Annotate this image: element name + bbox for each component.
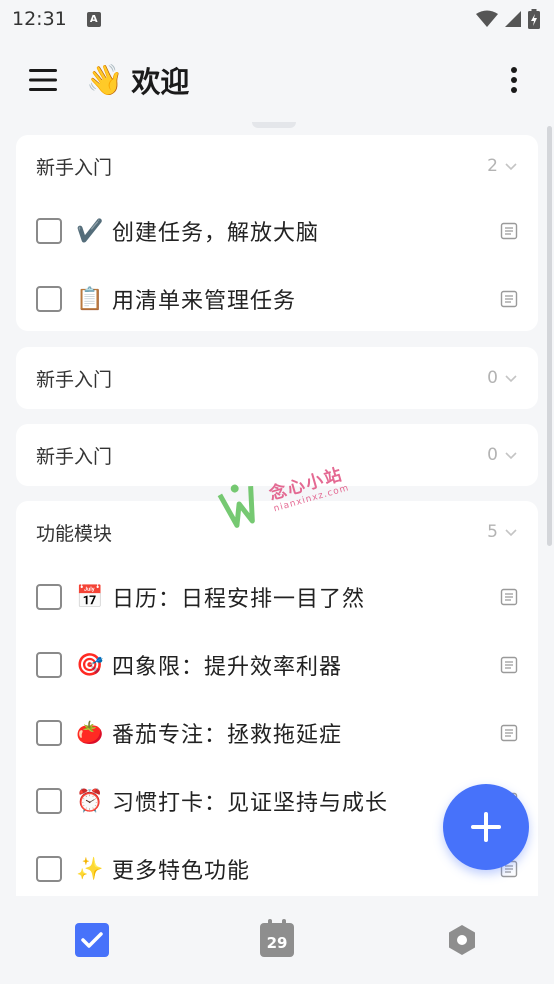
more-vertical-icon [511,67,517,93]
status-icons [476,9,540,29]
chevron-down-icon [505,375,517,383]
notification-badge-icon: A [86,11,101,27]
section-header[interactable]: 新手入门 0 [16,347,538,409]
more-button[interactable] [474,38,554,122]
calendar-day: 29 [266,933,288,952]
section-count: 2 [487,156,498,176]
menu-icon [29,69,57,91]
task-title: 日历：日程安排一目了然 [112,587,366,612]
battery-charging-icon [528,9,540,29]
task-row[interactable]: 📋 用清单来管理任务 [16,265,538,333]
section-header[interactable]: 新手入门 2 [16,135,538,197]
task-row[interactable]: 📅 日历：日程安排一目了然 [16,563,538,631]
waving-hand-icon: 👋 [86,62,124,98]
chevron-down-icon [505,452,517,460]
note-icon [500,656,518,674]
chevron-down-icon [505,163,517,171]
task-checkbox[interactable] [36,286,62,312]
task-row[interactable]: 🍅 番茄专注：拯救拖延症 [16,699,538,767]
app-bar: 👋 欢迎 [0,38,554,122]
bottom-nav: 29 [0,896,554,984]
note-icon [500,222,518,240]
task-title: 四象限：提升效率利器 [112,655,343,680]
calendar-ring [268,919,272,927]
task-checkbox[interactable] [36,652,62,678]
add-task-button[interactable] [443,784,529,870]
pull-refresh-indicator [252,122,296,128]
alarm-clock-icon: ⏰ [76,788,104,814]
check-mark-icon: ✔️ [76,218,104,244]
task-title: 更多特色功能 [112,859,251,884]
scrollbar[interactable] [547,126,552,546]
task-checkbox[interactable] [36,856,62,882]
settings-hexagon-icon [448,925,475,955]
note-icon [500,724,518,742]
task-checkbox[interactable] [36,788,62,814]
plus-icon [471,812,501,842]
section-card-getting-started: 新手入门 2 ✔️ 创建任务，解放大脑 📋 用清单来管理任务 [16,135,538,331]
calendar-ring [282,919,286,927]
checkbox-checked-icon [75,923,110,957]
section-card-empty-1: 新手入门 0 [16,347,538,409]
target-icon: 🎯 [76,652,104,678]
section-title: 功能模块 [36,522,113,545]
section-title: 新手入门 [36,445,113,468]
task-row[interactable]: 🎯 四象限：提升效率利器 [16,631,538,699]
section-count: 0 [487,445,498,465]
tomato-icon: 🍅 [76,720,104,746]
task-checkbox[interactable] [36,218,62,244]
section-title: 新手入门 [36,368,113,391]
menu-button[interactable] [0,38,86,122]
chevron-down-icon [505,529,517,537]
calendar-icon: 29 [260,919,294,957]
signal-icon [505,11,521,27]
status-time: 12:31 [12,8,67,30]
task-title: 习惯打卡：见证坚持与成长 [112,791,389,816]
task-checkbox[interactable] [36,584,62,610]
section-count: 5 [487,522,498,542]
page-title: 欢迎 [131,65,190,99]
task-title: 番茄专注：拯救拖延症 [112,723,343,748]
calendar-icon: 📅 [76,584,104,610]
note-icon [500,588,518,606]
task-title: 用清单来管理任务 [112,289,297,314]
task-row[interactable]: ✔️ 创建任务，解放大脑 [16,197,538,265]
clipboard-icon: 📋 [76,286,104,312]
task-title: 创建任务，解放大脑 [112,221,320,246]
status-bar: 12:31 A [0,0,554,38]
tab-tasks[interactable] [0,896,185,984]
tab-settings[interactable] [369,896,554,984]
wifi-icon [476,10,498,27]
note-icon [500,290,518,308]
section-count: 0 [487,368,498,388]
sparkles-icon: ✨ [76,856,104,882]
task-checkbox[interactable] [36,720,62,746]
section-title: 新手入门 [36,156,113,179]
tab-calendar[interactable]: 29 [185,896,370,984]
